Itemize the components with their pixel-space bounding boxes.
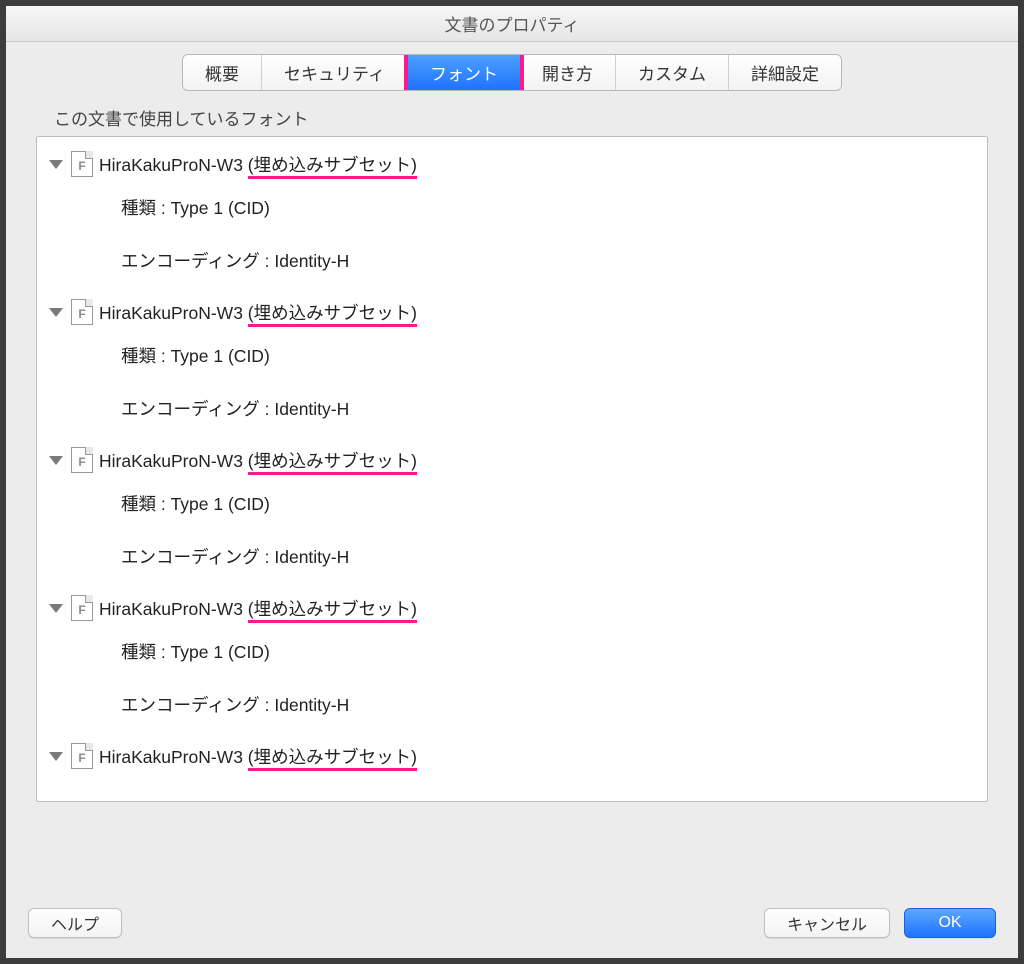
tab-bar-inner: 概要 セキュリティ フォント 開き方 カスタム 詳細設定 <box>182 54 842 91</box>
button-bar: ヘルプ キャンセル OK <box>6 888 1018 958</box>
font-name-text: HiraKakuProN-W3 <box>99 747 248 767</box>
font-embed-subset-note: (埋め込みサブセット) <box>248 155 417 179</box>
font-name-text: HiraKakuProN-W3 <box>99 451 248 471</box>
font-file-icon-glyph: F <box>78 752 85 764</box>
disclosure-triangle-icon[interactable] <box>49 604 63 613</box>
font-entry: FHiraKakuProN-W3 (埋め込みサブセット)種類 : Type 1 … <box>45 593 979 739</box>
font-entry: FHiraKakuProN-W3 (埋め込みサブセット)種類 : Type 1 … <box>45 149 979 295</box>
font-name-label: HiraKakuProN-W3 (埋め込みサブセット) <box>99 448 417 473</box>
tab-advanced[interactable]: 詳細設定 <box>729 55 841 90</box>
font-entry-header[interactable]: F HiraKakuProN-W3 (埋め込みサブセット) <box>45 149 979 179</box>
font-type-row: 種類 : Type 1 (CID) <box>121 639 979 664</box>
disclosure-triangle-icon[interactable] <box>49 752 63 761</box>
disclosure-triangle-icon[interactable] <box>49 160 63 169</box>
ok-button[interactable]: OK <box>904 908 996 938</box>
font-file-icon: F <box>71 447 93 473</box>
font-name-text: HiraKakuProN-W3 <box>99 599 248 619</box>
tab-summary[interactable]: 概要 <box>183 55 262 90</box>
font-embed-subset-note: (埋め込みサブセット) <box>248 451 417 475</box>
font-details: 種類 : Type 1 (CID) エンコーディング : Identity-H <box>45 623 979 739</box>
font-file-icon: F <box>71 299 93 325</box>
tab-fonts-highlight: フォント <box>408 55 520 90</box>
font-entry: FHiraKakuProN-W3 (埋め込みサブセット)種類 : Type 1 … <box>45 297 979 443</box>
cancel-button[interactable]: キャンセル <box>764 908 890 938</box>
font-list-panel[interactable]: FHiraKakuProN-W3 (埋め込みサブセット)種類 : Type 1 … <box>36 136 988 802</box>
tab-fonts[interactable]: フォント <box>408 55 520 90</box>
font-entry-header[interactable]: F HiraKakuProN-W3 (埋め込みサブセット) <box>45 593 979 623</box>
font-file-icon: F <box>71 595 93 621</box>
font-entry: F HiraKakuProN-W3 (埋め込みサブセット) <box>45 741 979 771</box>
font-entry-header[interactable]: F HiraKakuProN-W3 (埋め込みサブセット) <box>45 445 979 475</box>
font-embed-subset-note: (埋め込みサブセット) <box>248 303 417 327</box>
font-entry-header[interactable]: F HiraKakuProN-W3 (埋め込みサブセット) <box>45 297 979 327</box>
font-file-icon-glyph: F <box>78 604 85 616</box>
font-type-row: 種類 : Type 1 (CID) <box>121 195 979 220</box>
font-file-icon: F <box>71 743 93 769</box>
dialog-content: 概要 セキュリティ フォント 開き方 カスタム 詳細設定 この文書で使用している… <box>6 42 1018 888</box>
font-type-row: 種類 : Type 1 (CID) <box>121 343 979 368</box>
font-details: 種類 : Type 1 (CID) エンコーディング : Identity-H <box>45 179 979 295</box>
font-name-label: HiraKakuProN-W3 (埋め込みサブセット) <box>99 744 417 769</box>
window-titlebar: 文書のプロパティ <box>6 6 1018 42</box>
font-encoding-row: エンコーディング : Identity-H <box>121 544 979 569</box>
font-name-label: HiraKakuProN-W3 (埋め込みサブセット) <box>99 152 417 177</box>
tab-security[interactable]: セキュリティ <box>262 55 408 90</box>
tab-custom[interactable]: カスタム <box>616 55 729 90</box>
font-encoding-row: エンコーディング : Identity-H <box>121 692 979 717</box>
disclosure-triangle-icon[interactable] <box>49 308 63 317</box>
font-name-label: HiraKakuProN-W3 (埋め込みサブセット) <box>99 300 417 325</box>
help-button[interactable]: ヘルプ <box>28 908 122 938</box>
font-encoding-row: エンコーディング : Identity-H <box>121 248 979 273</box>
font-file-icon-glyph: F <box>78 456 85 468</box>
font-name-text: HiraKakuProN-W3 <box>99 303 248 323</box>
font-embed-subset-note: (埋め込みサブセット) <box>248 599 417 623</box>
font-entry-header[interactable]: F HiraKakuProN-W3 (埋め込みサブセット) <box>45 741 979 771</box>
tab-bar: 概要 セキュリティ フォント 開き方 カスタム 詳細設定 <box>36 54 988 91</box>
section-label: この文書で使用しているフォント <box>54 105 988 130</box>
font-entry: FHiraKakuProN-W3 (埋め込みサブセット)種類 : Type 1 … <box>45 445 979 591</box>
font-embed-subset-note: (埋め込みサブセット) <box>248 747 417 771</box>
font-details: 種類 : Type 1 (CID) エンコーディング : Identity-H <box>45 475 979 591</box>
font-details: 種類 : Type 1 (CID) エンコーディング : Identity-H <box>45 327 979 443</box>
tab-initial-view[interactable]: 開き方 <box>520 55 616 90</box>
font-type-row: 種類 : Type 1 (CID) <box>121 491 979 516</box>
font-name-text: HiraKakuProN-W3 <box>99 155 248 175</box>
window-title: 文書のプロパティ <box>445 11 580 36</box>
font-encoding-row: エンコーディング : Identity-H <box>121 396 979 421</box>
font-file-icon: F <box>71 151 93 177</box>
disclosure-triangle-icon[interactable] <box>49 456 63 465</box>
font-file-icon-glyph: F <box>78 308 85 320</box>
font-file-icon-glyph: F <box>78 160 85 172</box>
font-name-label: HiraKakuProN-W3 (埋め込みサブセット) <box>99 596 417 621</box>
